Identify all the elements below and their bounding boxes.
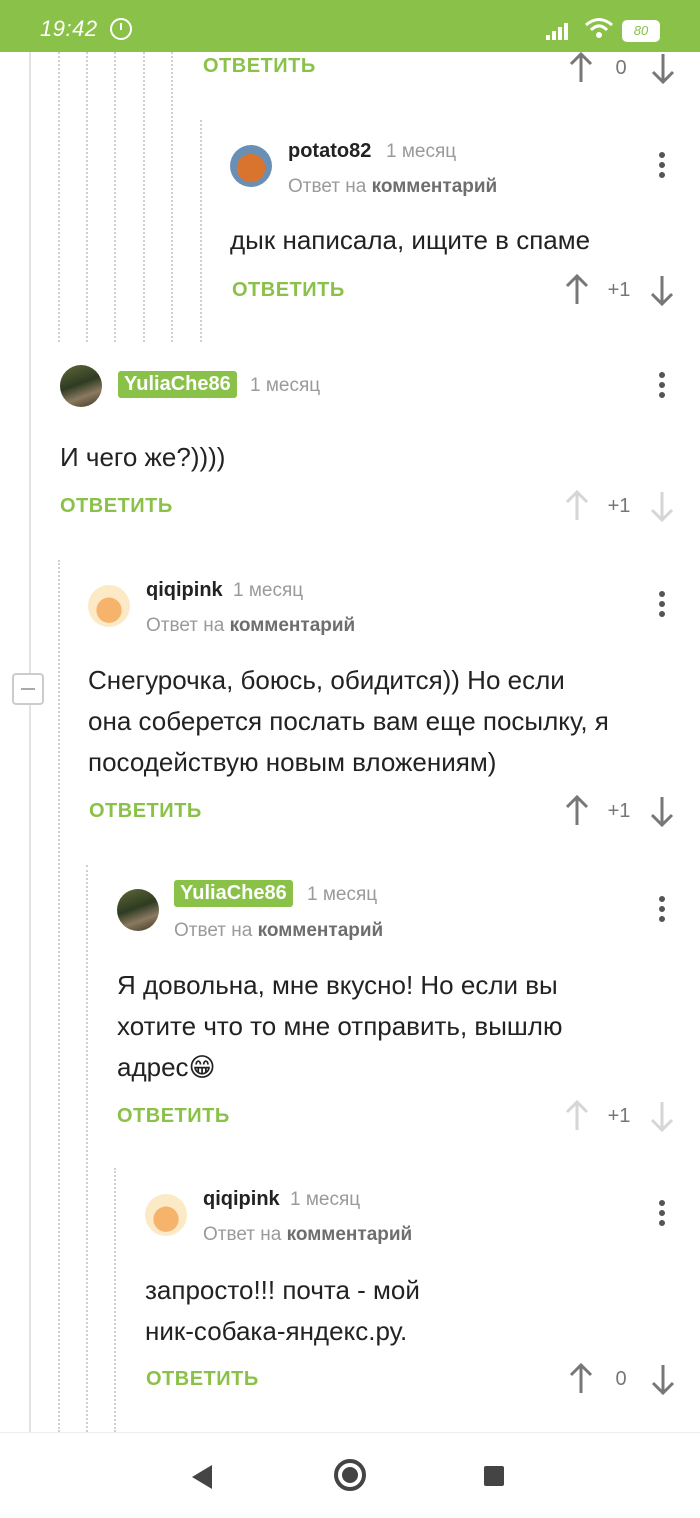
comment-time: 1 месяц — [386, 141, 457, 162]
reply-button[interactable]: ОТВЕТИТЬ — [89, 800, 202, 823]
collapse-thread-button[interactable] — [12, 673, 44, 705]
back-icon[interactable] — [192, 1465, 212, 1489]
comment-text: И чего же?)))) — [60, 442, 226, 472]
comment-time: 1 месяц — [250, 375, 321, 396]
reply-button[interactable]: ОТВЕТИТЬ — [232, 279, 345, 302]
thread-line — [58, 560, 60, 1432]
system-nav-bar — [0, 1432, 700, 1518]
arrow-down-icon[interactable] — [647, 794, 677, 828]
comment-text: дык написала, ищите в спаме — [230, 225, 591, 255]
arrow-up-icon[interactable] — [562, 1099, 592, 1133]
battery-icon: 80 — [622, 20, 660, 42]
thread-line — [29, 52, 31, 1432]
alarm-icon — [110, 18, 132, 40]
comment-text: Снегурочка, боюсь, обидится)) Но если он… — [88, 665, 609, 777]
avatar[interactable] — [60, 365, 102, 407]
comment-time: 1 месяц — [290, 1189, 361, 1210]
thread-line — [58, 52, 60, 342]
username[interactable]: qiqipink — [203, 1188, 280, 1211]
arrow-up-icon[interactable] — [566, 51, 596, 85]
arrow-down-icon[interactable] — [648, 51, 678, 85]
avatar[interactable] — [145, 1194, 187, 1236]
avatar[interactable] — [117, 889, 159, 931]
comment-text: Я довольна, мне вкусно! Но если вы хотит… — [117, 970, 563, 1082]
thread-line — [114, 52, 116, 342]
comment-score: +1 — [607, 279, 631, 301]
reply-to-info[interactable]: Ответ на комментарий — [288, 176, 497, 198]
home-icon[interactable] — [334, 1459, 366, 1491]
arrow-up-icon[interactable] — [562, 273, 592, 307]
avatar[interactable] — [88, 585, 130, 627]
status-time: 19:42 — [40, 16, 98, 41]
arrow-up-icon[interactable] — [566, 1362, 596, 1396]
arrow-down-icon[interactable] — [647, 489, 677, 523]
thread-line — [171, 52, 173, 342]
reply-to-info[interactable]: Ответ на комментарий — [174, 920, 383, 942]
username[interactable]: potato82 — [288, 140, 371, 163]
recent-apps-icon[interactable] — [484, 1466, 504, 1486]
comment-score: +1 — [607, 800, 631, 822]
reply-button[interactable]: ОТВЕТИТЬ — [203, 55, 316, 78]
kebab-menu-icon[interactable] — [658, 152, 666, 180]
comment-time: 1 месяц — [233, 580, 304, 601]
comment-score: 0 — [615, 57, 627, 79]
thread-line — [86, 865, 88, 1432]
kebab-menu-icon[interactable] — [658, 896, 666, 924]
reply-button[interactable]: ОТВЕТИТЬ — [117, 1105, 230, 1128]
arrow-up-icon[interactable] — [562, 489, 592, 523]
arrow-down-icon[interactable] — [647, 1099, 677, 1133]
comment-time: 1 месяц — [307, 884, 378, 905]
arrow-down-icon[interactable] — [648, 1362, 678, 1396]
comment-score: +1 — [607, 495, 631, 517]
username-badge[interactable]: YuliaChe86 — [118, 371, 237, 398]
comment-score: 0 — [615, 1368, 627, 1390]
avatar[interactable] — [230, 145, 272, 187]
reply-to-info[interactable]: Ответ на комментарий — [203, 1224, 412, 1246]
reply-button[interactable]: ОТВЕТИТЬ — [146, 1368, 259, 1391]
comment-text: запросто!!! почта - мой ник-собака-яндек… — [145, 1275, 420, 1346]
reply-to-info[interactable]: Ответ на комментарий — [146, 615, 355, 637]
username[interactable]: qiqipink — [146, 579, 223, 602]
thread-line — [143, 52, 145, 342]
kebab-menu-icon[interactable] — [658, 372, 666, 400]
thread-line — [86, 52, 88, 342]
signal-icon — [546, 20, 574, 40]
arrow-up-icon[interactable] — [562, 794, 592, 828]
kebab-menu-icon[interactable] — [658, 1200, 666, 1228]
thread-line — [114, 1168, 116, 1432]
thread-line — [200, 120, 202, 342]
kebab-menu-icon[interactable] — [658, 591, 666, 619]
wifi-icon — [585, 18, 613, 38]
arrow-down-icon[interactable] — [647, 273, 677, 307]
comment-score: +1 — [607, 1105, 631, 1127]
reply-button[interactable]: ОТВЕТИТЬ — [60, 495, 173, 518]
username-badge[interactable]: YuliaChe86 — [174, 880, 293, 907]
status-bar: 19:42 80 — [0, 0, 700, 52]
